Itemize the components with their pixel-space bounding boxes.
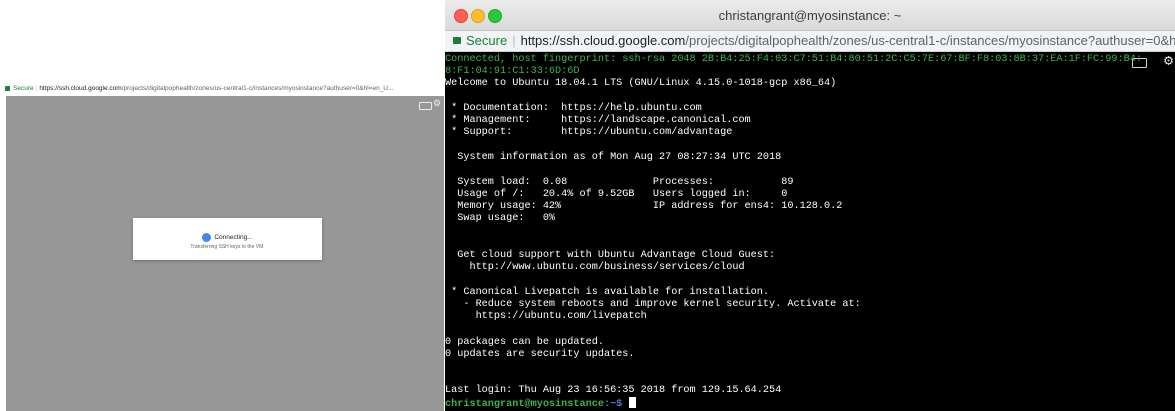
- secure-label: Secure: [13, 85, 34, 92]
- prompt-user: christangrant@myosinstance: [445, 399, 604, 410]
- gear-icon[interactable]: ⚙: [433, 99, 442, 108]
- stat-line: System load: 0.08 Processes: 89: [445, 177, 794, 188]
- prompt-line[interactable]: christangrant@myosinstance:~$: [445, 397, 637, 411]
- connecting-subtitle: Transferring SSH keys to the VM.: [190, 244, 265, 250]
- url-path: /projects/digitalpophealth/zones/us-cent…: [121, 85, 394, 92]
- url-path: /projects/digitalpophealth/zones/us-cent…: [685, 33, 1175, 48]
- motd-line: Get cloud support with Ubuntu Advantage …: [445, 250, 776, 261]
- window-titlebar[interactable]: christangrant@myosinstance: ~: [445, 0, 1175, 31]
- fingerprint-line: 8:F1:04:91:C1:33:6D:6D: [445, 66, 580, 77]
- url-host: https://ssh.cloud.google.com: [520, 33, 686, 48]
- welcome-line: Welcome to Ubuntu 18.04.1 LTS (GNU/Linux…: [445, 78, 837, 89]
- terminal[interactable]: ⚙ Connected, host fingerprint: ssh-rsa 2…: [445, 52, 1175, 411]
- lock-icon: [5, 85, 10, 91]
- motd-line: * Canonical Livepatch is available for i…: [445, 287, 770, 298]
- stat-line: Swap usage: 0%: [445, 213, 556, 224]
- gear-icon[interactable]: ⚙: [1164, 54, 1173, 69]
- motd-line: 0 packages can be updated.: [445, 337, 604, 348]
- motd-line: http://www.ubuntu.com/business/services/…: [445, 262, 745, 273]
- cursor: [629, 397, 637, 408]
- terminal-placeholder: ⚙ Connecting... Transferring SSH keys to…: [6, 96, 444, 411]
- left-address-bar[interactable]: Secure | https://ssh.cloud.google.com/proj…: [0, 82, 444, 96]
- connecting-title: Connecting...: [214, 234, 253, 242]
- sysinfo-line: System information as of Mon Aug 27 08:2…: [445, 152, 782, 163]
- connecting-dialog: Connecting... Transferring SSH keys to t…: [133, 218, 322, 260]
- motd-line: 0 updates are security updates.: [445, 349, 635, 360]
- last-login-line: Last login: Thu Aug 23 16:56:35 2018 fro…: [445, 385, 782, 396]
- secure-label: Secure: [466, 33, 508, 48]
- motd-line: https://ubuntu.com/livepatch: [445, 311, 647, 322]
- ssh-window: christangrant@myosinstance: ~ Secure | htt…: [445, 0, 1175, 411]
- motd-line: * Documentation: https://help.ubuntu.com: [445, 103, 702, 114]
- motd-line: - Reduce system reboots and improve kern…: [445, 299, 861, 310]
- prompt-path: :~$: [603, 399, 623, 410]
- lock-icon: [453, 37, 461, 45]
- motd-line: * Management: https://landscape.canonica…: [445, 115, 751, 126]
- connecting-panel: Secure | https://ssh.cloud.google.com/proj…: [0, 0, 444, 411]
- stat-line: Usage of /: 20.4% of 9.52GB Users logged…: [445, 189, 788, 200]
- url-host: https://ssh.cloud.google.com: [39, 85, 122, 92]
- address-bar[interactable]: Secure | https://ssh.cloud.google.com/proj…: [445, 31, 1175, 52]
- window-title: christangrant@myosinstance: ~: [718, 8, 902, 23]
- motd-line: * Support: https://ubuntu.com/advantage: [445, 127, 733, 138]
- fingerprint-line: Connected, host fingerprint: ssh-rsa 204…: [445, 54, 1142, 65]
- keyboard-icon[interactable]: [419, 102, 432, 110]
- stat-line: Memory usage: 42% IP address for ens4: 1…: [445, 201, 843, 212]
- spinner-icon: [202, 233, 212, 242]
